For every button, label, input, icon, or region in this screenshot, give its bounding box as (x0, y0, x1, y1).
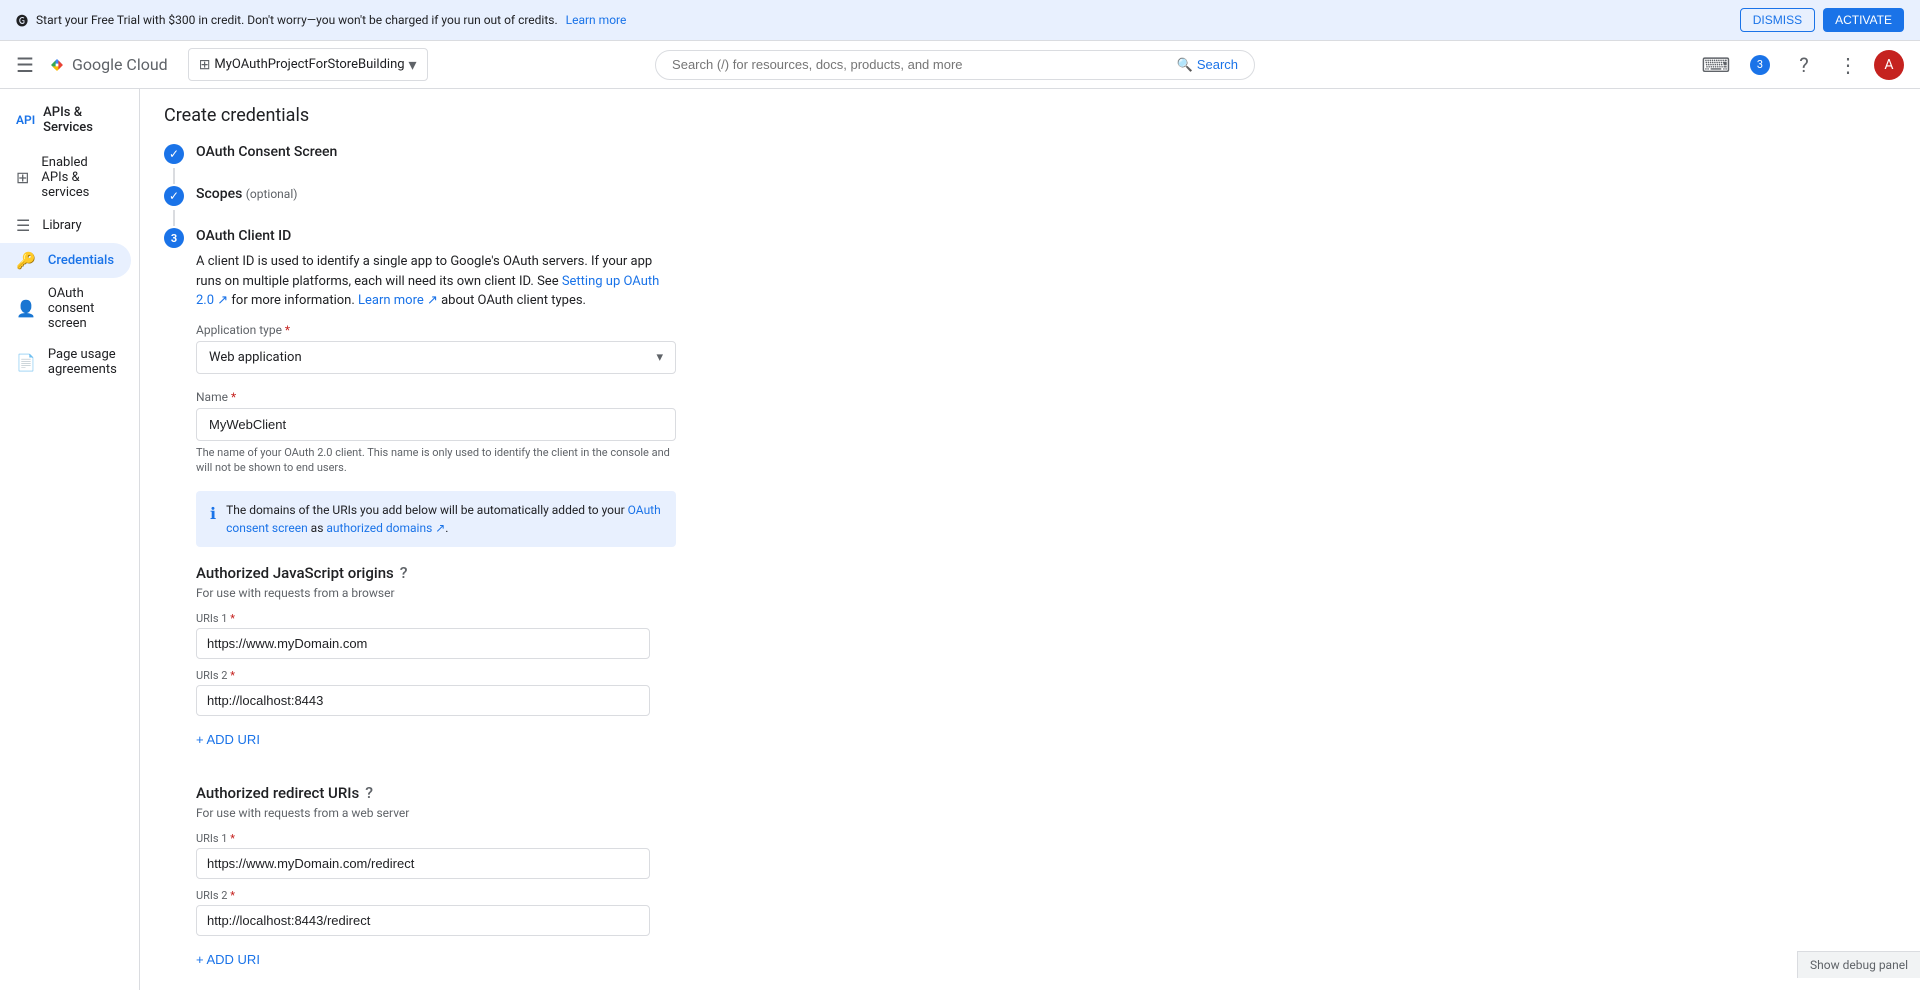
step1-done-icon: ✓ (164, 144, 184, 164)
chevron-down-icon: ▾ (409, 55, 417, 74)
sidebar-label-enabled: Enabled APIs & services (41, 155, 115, 200)
notification-badge: 3 (1750, 55, 1770, 75)
step2-connector (173, 210, 175, 226)
sidebar-label-library: Library (42, 218, 81, 233)
app-type-label: Application type * (196, 323, 676, 337)
library-icon: ☰ (16, 216, 30, 235)
search-button[interactable]: 🔍 Search (1177, 57, 1238, 73)
redirect-uri2-input[interactable] (196, 905, 650, 936)
project-name: MyOAuthProjectForStoreBuilding (214, 57, 404, 72)
project-selector[interactable]: ⊞ MyOAuthProjectForStoreBuilding ▾ (188, 48, 428, 81)
sidebar-label-oauth: OAuth consent screen (48, 286, 115, 331)
js-uri1-input[interactable] (196, 628, 650, 659)
redirect-uri1-group: URIs 1 * (196, 832, 650, 879)
step3-container: 3 OAuth Client ID (164, 226, 1896, 248)
js-origins-help-icon[interactable]: ? (400, 563, 408, 582)
api-text: API (16, 113, 35, 127)
notifications-icon[interactable]: 3 (1742, 47, 1778, 83)
redirect-uri1-label: URIs 1 * (196, 832, 650, 845)
js-uri2-input[interactable] (196, 685, 650, 716)
sidebar-item-credentials[interactable]: 🔑 Credentials (0, 243, 131, 278)
api-badge: API APIs & Services (0, 97, 139, 139)
nav-right: ⌨ 3 ? ⋮ A (1698, 47, 1904, 83)
banner-learn-more-link[interactable]: Learn more (566, 13, 627, 27)
search-bar: 🔍 Search (655, 50, 1255, 80)
consent-icon: 👤 (16, 299, 36, 318)
step2-done-icon: ✓ (164, 186, 184, 206)
step2-title: Scopes (optional) (196, 184, 297, 202)
name-hint: The name of your OAuth 2.0 client. This … (196, 445, 676, 476)
main-content: Create credentials ✓ OAuth Consent Scree… (140, 89, 1920, 990)
name-group: Name * The name of your OAuth 2.0 client… (196, 390, 676, 476)
redirect-uri2-group: URIs 2 * (196, 889, 650, 936)
js-uri1-group: URIs 1 * (196, 612, 650, 659)
authorized-domains-link[interactable]: authorized domains ↗ (326, 521, 445, 535)
sidebar-item-oauth-consent[interactable]: 👤 OAuth consent screen (0, 278, 131, 339)
add-redirect-uri-button[interactable]: + ADD URI (196, 946, 260, 973)
app-type-select[interactable]: Web application ▾ (196, 341, 676, 374)
page-title: Create credentials (164, 105, 1896, 126)
step3-title: OAuth Client ID (196, 226, 291, 244)
app-type-group: Application type * Web application ▾ (196, 323, 676, 374)
sidebar-item-page-usage[interactable]: 📄 Page usage agreements (0, 339, 131, 385)
js-origins-desc: For use with requests from a browser (196, 586, 1896, 600)
step1-connector (173, 168, 175, 184)
top-nav: ☰ Google Cloud ⊞ MyOAuthProjectForStoreB… (0, 41, 1920, 89)
sidebar-item-enabled-apis[interactable]: ⊞ Enabled APIs & services (0, 147, 131, 208)
info-icon: ℹ (210, 502, 216, 537)
banner-google-icon: 🅖 (16, 12, 28, 29)
activate-button[interactable]: ACTIVATE (1823, 8, 1904, 32)
top-banner: 🅖 Start your Free Trial with $300 in cre… (0, 0, 1920, 41)
more-options-icon[interactable]: ⋮ (1830, 47, 1866, 83)
js-uri2-group: URIs 2 * (196, 669, 650, 716)
google-cloud-logo-icon (46, 54, 68, 76)
show-debug-panel[interactable]: Show debug panel (1797, 951, 1920, 978)
redirect-uri2-label: URIs 2 * (196, 889, 650, 902)
info-box-text: The domains of the URIs you add below wi… (226, 501, 662, 537)
banner-text: Start your Free Trial with $300 in credi… (36, 13, 558, 27)
js-uri2-label: URIs 2 * (196, 669, 650, 682)
redirect-uris-title: Authorized redirect URIs (196, 784, 359, 802)
sidebar-label-credentials: Credentials (48, 253, 114, 268)
js-origins-heading: Authorized JavaScript origins ? (196, 563, 1896, 582)
key-icon: 🔑 (16, 251, 36, 270)
learn-more-link[interactable]: Learn more ↗ (358, 293, 438, 308)
name-label: Name * (196, 390, 676, 404)
page-icon: 📄 (16, 353, 36, 372)
sidebar-item-library[interactable]: ☰ Library (0, 208, 131, 243)
api-title: APIs & Services (43, 105, 123, 135)
redirect-help-icon[interactable]: ? (365, 783, 373, 802)
add-js-uri-button[interactable]: + ADD URI (196, 726, 260, 753)
app-type-value: Web application (209, 350, 302, 365)
sidebar-label-page-usage: Page usage agreements (48, 347, 117, 377)
gcloud-logo: Google Cloud (46, 54, 168, 76)
help-icon[interactable]: ? (1786, 47, 1822, 83)
dropdown-arrow-icon: ▾ (656, 350, 663, 365)
redirect-uri1-input[interactable] (196, 848, 650, 879)
js-uri1-label: URIs 1 * (196, 612, 650, 625)
user-avatar[interactable]: A (1874, 50, 1904, 80)
redirect-uris-desc: For use with requests from a web server (196, 806, 1896, 820)
redirect-uris-heading: Authorized redirect URIs ? (196, 783, 1896, 802)
step2-container: ✓ Scopes (optional) (164, 184, 1896, 206)
terminal-icon[interactable]: ⌨ (1698, 47, 1734, 83)
sidebar-section: ⊞ Enabled APIs & services ☰ Library 🔑 Cr… (0, 139, 139, 393)
name-input[interactable] (196, 408, 676, 441)
search-icon: 🔍 (1177, 57, 1193, 73)
search-input[interactable] (672, 57, 1169, 72)
grid-icon: ⊞ (16, 168, 29, 187)
step2-optional: (optional) (246, 187, 298, 201)
dismiss-button[interactable]: DISMISS (1740, 8, 1815, 32)
layout: API APIs & Services ⊞ Enabled APIs & ser… (0, 89, 1920, 990)
sidebar: API APIs & Services ⊞ Enabled APIs & ser… (0, 89, 140, 990)
step3-form: A client ID is used to identify a single… (196, 252, 1896, 990)
step3-description: A client ID is used to identify a single… (196, 252, 676, 311)
js-origins-title: Authorized JavaScript origins (196, 564, 394, 582)
step3-current-icon: 3 (164, 228, 184, 248)
hamburger-icon[interactable]: ☰ (16, 53, 34, 77)
logo-text: Google Cloud (72, 55, 168, 74)
step1-title: OAuth Consent Screen (196, 142, 337, 160)
step1-container: ✓ OAuth Consent Screen (164, 142, 1896, 164)
info-box: ℹ The domains of the URIs you add below … (196, 491, 676, 547)
